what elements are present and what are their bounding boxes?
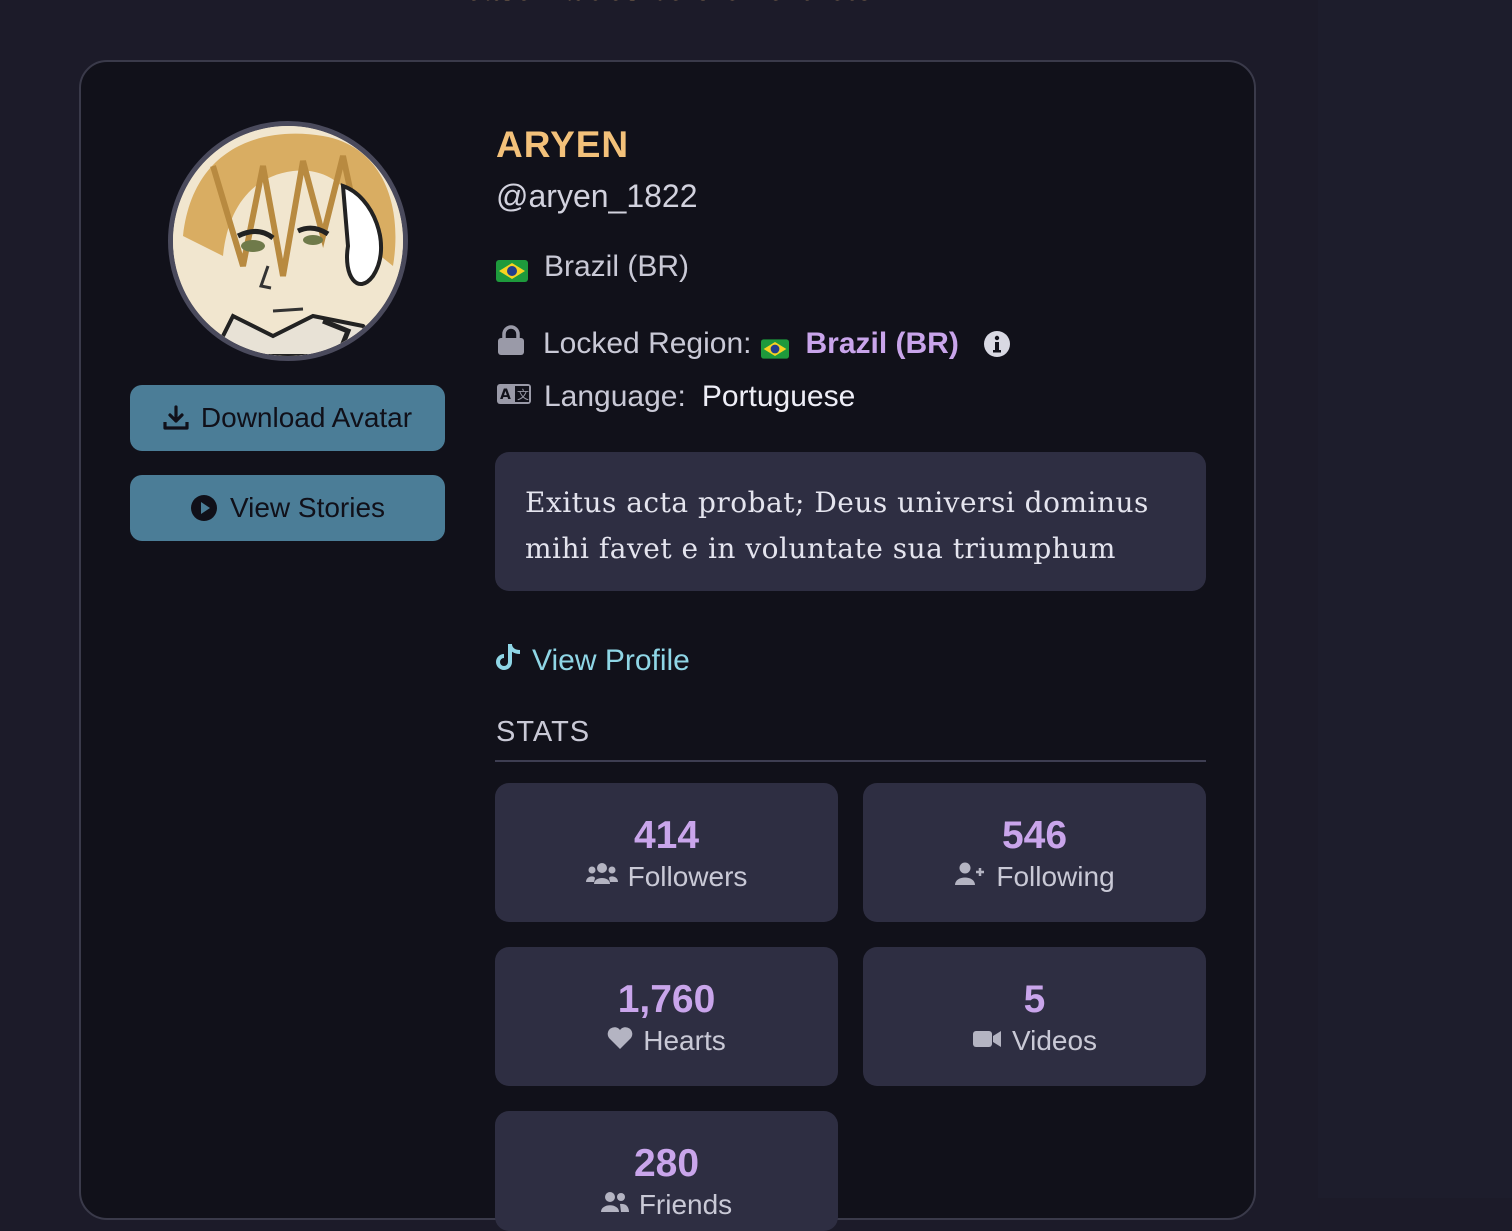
language-row: A文 Language: Portuguese — [496, 380, 855, 414]
brazil-flag-icon — [496, 256, 528, 282]
stat-label-text: Followers — [627, 861, 748, 892]
heart-icon — [607, 1023, 633, 1059]
stat-label-text: Friends — [638, 1189, 733, 1220]
avatar — [168, 121, 408, 361]
view-stories-button[interactable]: View Stories — [130, 475, 445, 541]
stat-friends: 280 Friends — [495, 1111, 838, 1231]
stat-value: 414 — [633, 814, 700, 857]
username: @aryen_1822 — [496, 178, 698, 214]
tiktok-icon — [496, 642, 522, 680]
stat-value: 280 — [633, 1142, 700, 1185]
language-label: Language: — [544, 380, 686, 413]
info-icon[interactable] — [983, 330, 1011, 358]
play-circle-icon — [190, 494, 218, 522]
bio-text: Exitus acta probat; Deus universi dominu… — [495, 452, 1206, 591]
avatar-image — [173, 126, 403, 356]
language-value: Portuguese — [701, 380, 856, 413]
page-side-panel — [1318, 0, 1512, 1198]
locked-region-label: Locked Region: — [543, 327, 752, 360]
download-avatar-label: Download Avatar — [200, 402, 413, 433]
stat-hearts: 1,760 Hearts — [495, 947, 838, 1086]
locked-region-value: Brazil (BR) — [805, 327, 959, 360]
stats-divider — [495, 760, 1206, 762]
language-icon: A文 — [496, 380, 532, 414]
stat-value: 1,760 — [617, 978, 716, 1021]
brazil-flag-icon — [761, 333, 793, 359]
locked-region-row: Locked Region: Brazil (BR) — [496, 324, 1011, 364]
country-value: Brazil (BR) — [544, 250, 690, 283]
stat-following: 546 Following — [863, 783, 1206, 922]
stats-title: STATS — [496, 716, 591, 748]
stat-label-text: Following — [996, 861, 1115, 892]
stat-followers: 414 Followers — [495, 783, 838, 922]
stat-value: 5 — [1023, 978, 1046, 1021]
country-row: Brazil (BR) — [496, 250, 689, 284]
display-name: ARYEN — [496, 124, 630, 165]
lock-icon — [496, 324, 526, 364]
download-avatar-button[interactable]: Download Avatar — [130, 385, 445, 451]
stat-videos: 5 Videos — [863, 947, 1206, 1086]
stat-label-text: Hearts — [643, 1025, 726, 1056]
stat-label-text: Videos — [1011, 1025, 1098, 1056]
svg-text:文: 文 — [517, 387, 529, 402]
svg-text:A: A — [500, 387, 511, 403]
view-stories-label: View Stories — [229, 492, 386, 523]
user-plus-icon — [954, 859, 986, 895]
friends-icon — [600, 1187, 629, 1223]
view-profile-link[interactable]: View Profile — [496, 642, 690, 680]
stat-value: 546 — [1001, 814, 1068, 857]
users-icon — [585, 859, 618, 895]
rate-limit-notice: Please wait 6s before next fetch. — [0, 0, 1336, 8]
download-icon — [163, 405, 189, 431]
video-icon — [972, 1023, 1002, 1059]
view-profile-label: View Profile — [532, 644, 690, 677]
